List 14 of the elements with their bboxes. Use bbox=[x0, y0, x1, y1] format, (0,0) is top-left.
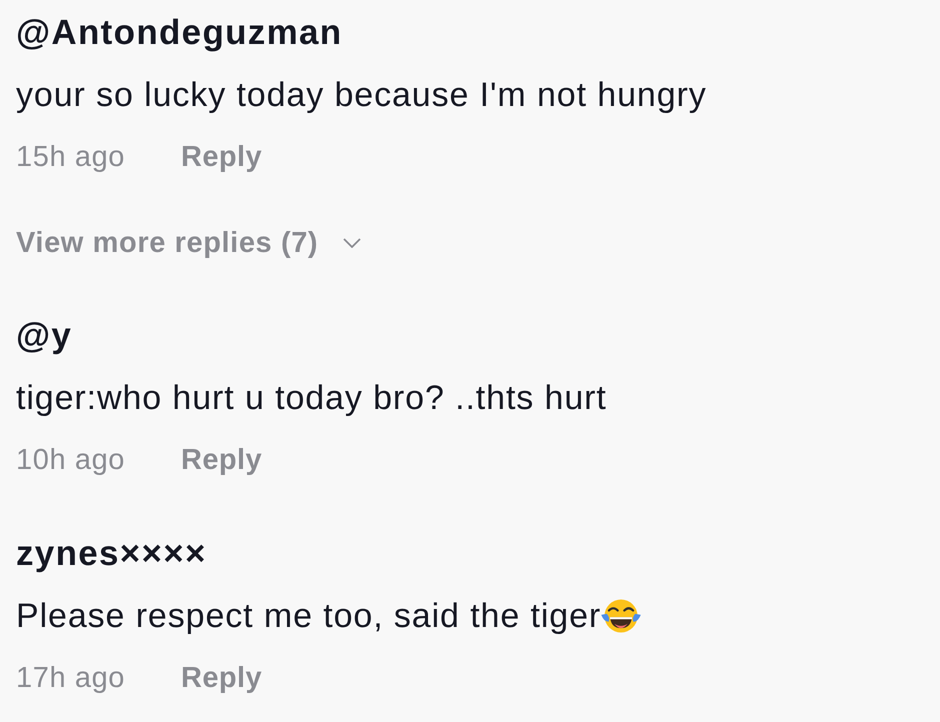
timestamp: 15h ago bbox=[16, 141, 126, 174]
username[interactable]: @y bbox=[16, 305, 72, 367]
reply-button[interactable]: Reply bbox=[181, 662, 262, 695]
comment-text: tiger:who hurt u today bro? ..thts hurt bbox=[16, 378, 607, 419]
chevron-down-icon bbox=[343, 238, 362, 248]
comment-text: Please respect me too, said the tiger bbox=[16, 596, 602, 637]
view-more-replies-button[interactable]: View more replies (7) bbox=[16, 212, 362, 274]
timestamp: 10h ago bbox=[16, 444, 126, 477]
username[interactable]: zynes×××× bbox=[16, 523, 207, 585]
comment-text: your so lucky today because I'm not hungry bbox=[16, 75, 707, 116]
timestamp: 17h ago bbox=[16, 662, 126, 695]
reply-button[interactable]: Reply bbox=[181, 444, 262, 477]
reply-button[interactable]: Reply bbox=[181, 141, 262, 174]
username[interactable]: @Antondeguzman bbox=[16, 2, 342, 64]
